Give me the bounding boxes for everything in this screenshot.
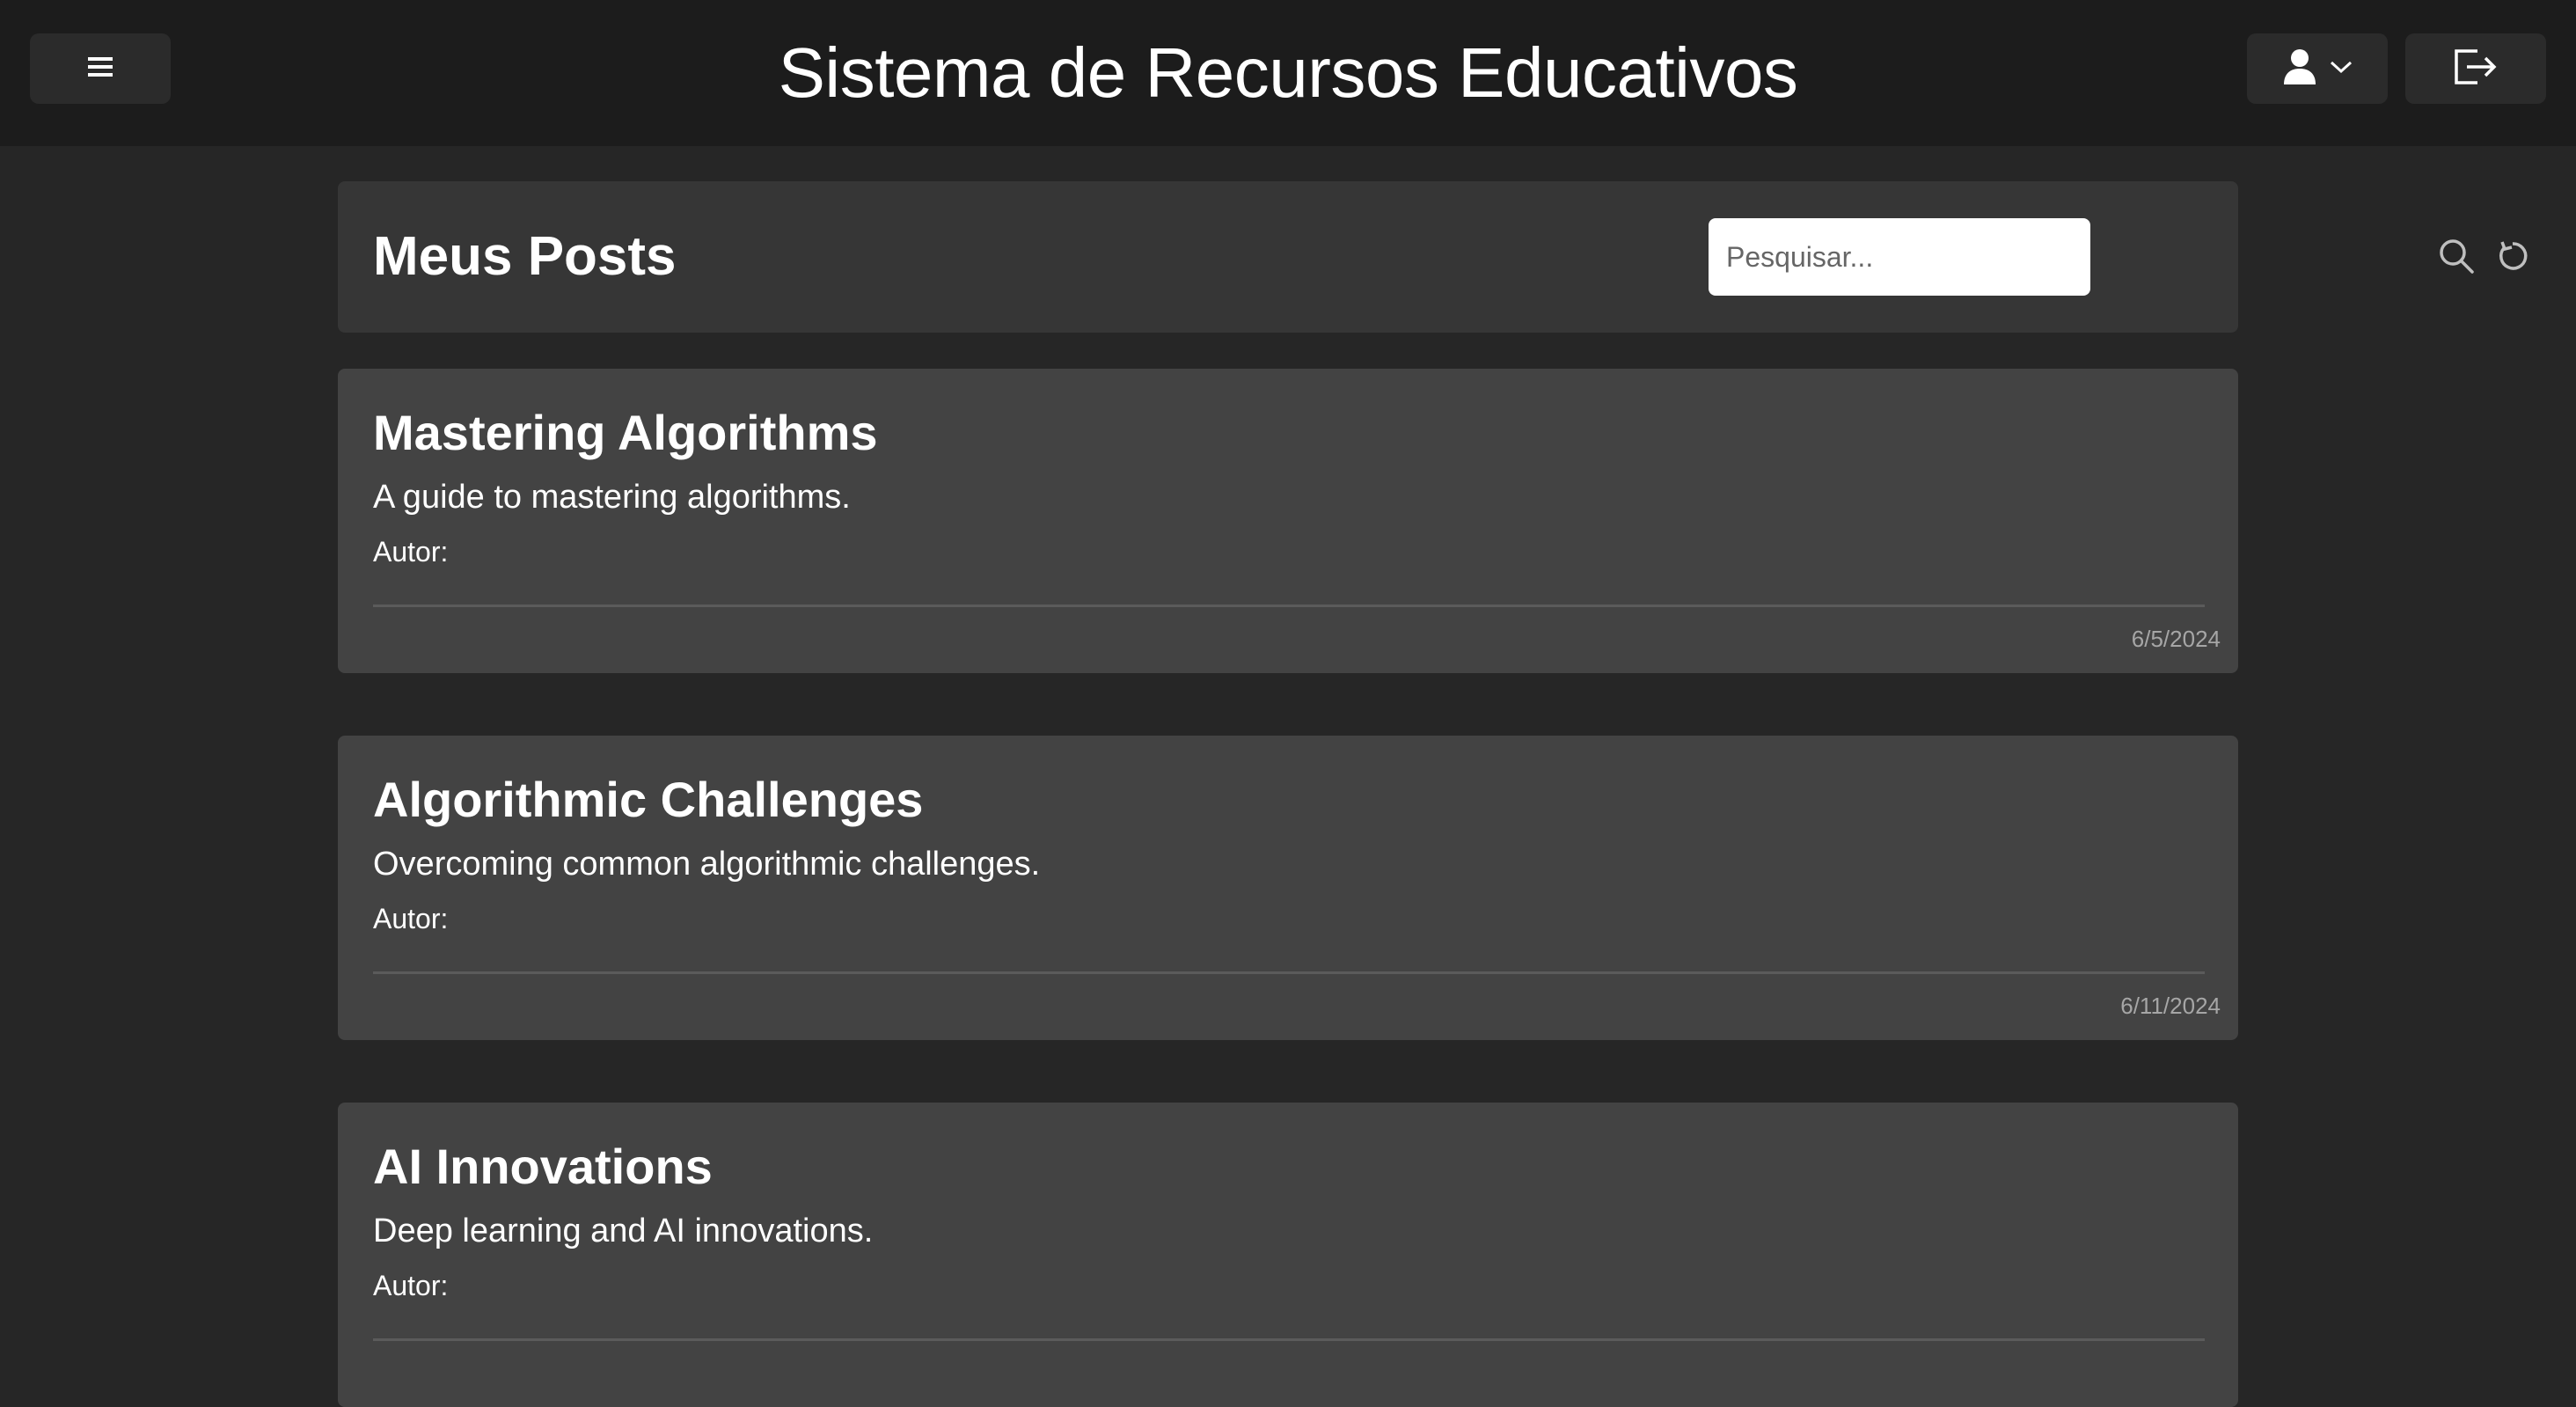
user-menu-button[interactable] <box>2247 33 2388 104</box>
hamburger-menu-icon <box>88 56 113 82</box>
post-card[interactable]: AI Innovations Deep learning and AI inno… <box>338 1103 2238 1407</box>
post-date: 6/5/2024 <box>2131 626 2221 652</box>
post-description: Deep learning and AI innovations. <box>373 1213 874 1249</box>
page-title: Meus Posts <box>373 226 677 287</box>
post-title: AI Innovations <box>373 1139 713 1194</box>
post-divider <box>373 605 2205 607</box>
post-divider <box>373 1338 2205 1341</box>
post-date: 6/11/2024 <box>2120 993 2221 1019</box>
search-icon <box>2438 238 2475 279</box>
app-title: Sistema de Recursos Educativos <box>778 33 1798 112</box>
refresh-button[interactable] <box>2492 238 2533 278</box>
chevron-down-icon <box>2330 60 2353 78</box>
post-card[interactable]: Algorithmic Challenges Overcoming common… <box>338 736 2238 1040</box>
search-button[interactable] <box>2436 238 2477 278</box>
post-divider <box>373 971 2205 974</box>
logout-button[interactable] <box>2405 33 2546 104</box>
menu-button[interactable] <box>30 33 171 104</box>
post-author: Autor: <box>373 536 449 568</box>
post-title: Mastering Algorithms <box>373 405 878 460</box>
post-description: A guide to mastering algorithms. <box>373 479 851 516</box>
main-content: Meus Posts <box>338 181 2528 333</box>
page-header-card: Meus Posts <box>338 181 2528 333</box>
post-author: Autor: <box>373 903 449 934</box>
post-title: Algorithmic Challenges <box>373 772 924 827</box>
post-card[interactable]: Mastering Algorithms A guide to masterin… <box>338 369 2238 673</box>
top-navigation-bar: Sistema de Recursos Educativos <box>0 0 2576 146</box>
refresh-icon <box>2495 238 2530 278</box>
post-description: Overcoming common algorithmic challenges… <box>373 846 1041 883</box>
logout-icon <box>2453 48 2499 91</box>
user-icon <box>2282 48 2317 90</box>
search-input[interactable] <box>1709 218 2090 296</box>
post-author: Autor: <box>373 1270 449 1301</box>
